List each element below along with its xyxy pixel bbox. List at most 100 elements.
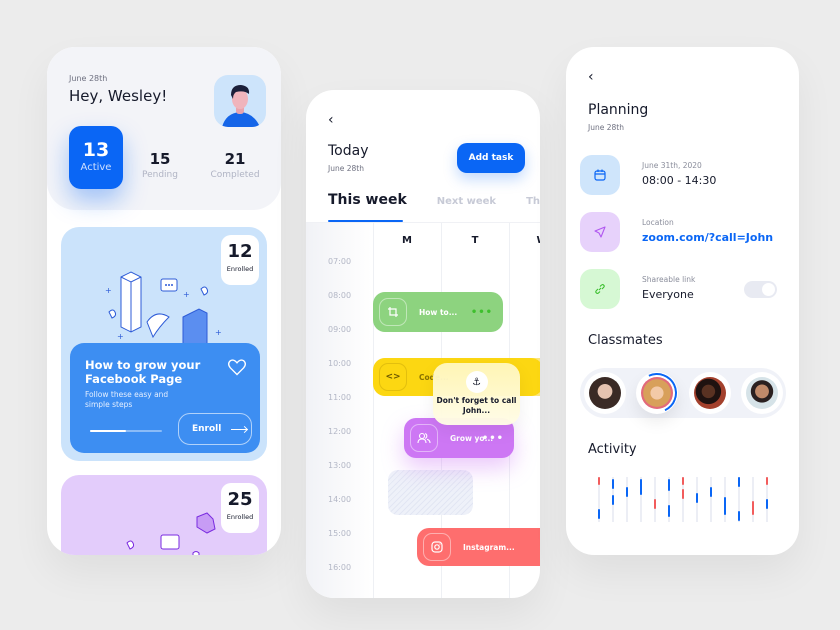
stat-completed-value: 21 — [224, 150, 246, 168]
activity-column — [682, 477, 684, 522]
activity-bar — [696, 493, 698, 503]
date-label: June 31th, 2020 — [642, 161, 702, 170]
reminder-text: Don't forget to call John... — [436, 396, 517, 415]
planning-screen: ‹ Planning June 28th June 31th, 2020 08:… — [566, 47, 799, 555]
time-label: 09:00 — [328, 325, 352, 334]
user-avatar-illustration — [222, 85, 260, 127]
activity-bar — [668, 505, 670, 517]
event-title: Instagram... — [463, 542, 515, 552]
classmate-avatar[interactable] — [689, 372, 731, 414]
course-info-panel: How to grow your Facebook Page Follow th… — [70, 343, 260, 453]
tab-next-week[interactable]: Next week — [437, 192, 496, 208]
reminder-tooltip: ⚓ Don't forget to call John... — [433, 363, 520, 425]
svg-text:+: + — [183, 290, 190, 299]
activity-bar — [710, 487, 712, 497]
activity-bar — [738, 477, 740, 487]
classmate-avatar-selected[interactable] — [631, 367, 683, 419]
activity-bar — [598, 477, 600, 485]
time-range: 08:00 - 14:30 — [642, 174, 717, 187]
activity-bar — [640, 479, 642, 495]
classmate-avatar[interactable] — [584, 372, 626, 414]
activity-column — [640, 477, 642, 522]
instagram-icon — [423, 533, 451, 561]
activity-bar — [612, 479, 614, 489]
activity-bar — [668, 479, 670, 491]
enrolled-label: Enrolled — [226, 265, 254, 273]
activity-bar — [766, 477, 768, 485]
stat-pending-value: 15 — [149, 150, 171, 168]
activity-bar — [752, 501, 754, 515]
users-icon — [410, 424, 438, 452]
stat-completed[interactable]: 21 Completed — [207, 150, 263, 180]
classmates-list — [580, 367, 786, 419]
event-card[interactable]: Instagram... — [417, 528, 540, 566]
stat-active-label: Active — [80, 162, 112, 173]
time-label: 14:00 — [328, 495, 352, 504]
svg-text:+: + — [117, 332, 124, 341]
location-link[interactable]: zoom.com/?call=John — [642, 231, 773, 244]
crop-icon — [379, 298, 407, 326]
more-options-icon[interactable]: ••• — [482, 433, 504, 444]
activity-bar — [626, 487, 628, 497]
time-label: 13:00 — [328, 461, 352, 470]
greeting: Hey, Wesley! — [69, 87, 168, 105]
activity-column — [766, 477, 768, 522]
day-header-tuesday: T — [471, 235, 479, 246]
course-card-2[interactable]: 25 Enrolled — [61, 475, 267, 555]
activity-column — [738, 477, 740, 522]
time-label: 16:00 — [328, 563, 352, 572]
enroll-button[interactable]: Enroll — [178, 413, 252, 445]
time-label: 10:00 — [328, 359, 352, 368]
send-icon — [580, 212, 620, 252]
activity-bar — [766, 499, 768, 509]
svg-text:+: + — [215, 328, 222, 337]
dashboard-header: June 28th Hey, Wesley! 13 Active 15 Pend… — [47, 47, 281, 210]
anchor-icon: ⚓ — [465, 371, 488, 393]
back-chevron-icon[interactable]: ‹ — [328, 112, 334, 128]
week-tabs: This week Next week This month — [328, 192, 540, 208]
event-card[interactable]: How to... ••• — [373, 292, 503, 332]
back-chevron-icon[interactable]: ‹ — [588, 69, 594, 85]
enrolled-count: 25 — [227, 489, 253, 510]
stat-active[interactable]: 13 Active — [69, 126, 123, 189]
activity-bar — [682, 477, 684, 485]
time-label: 12:00 — [328, 427, 352, 436]
add-task-button[interactable]: Add task — [457, 143, 525, 173]
stat-pending[interactable]: 15 Pending — [140, 150, 180, 180]
schedule-date: June 28th — [328, 164, 364, 173]
more-options-icon[interactable]: ••• — [471, 307, 493, 318]
enrolled-badge: 12 Enrolled — [221, 235, 259, 285]
activity-column — [724, 477, 726, 522]
enrolled-count: 12 — [227, 241, 253, 262]
activity-chart — [598, 477, 773, 522]
tab-this-week[interactable]: This week — [328, 192, 407, 208]
tab-this-month[interactable]: This month — [526, 192, 540, 208]
classmate-avatar[interactable] — [741, 372, 783, 414]
activity-bar — [598, 509, 600, 519]
activity-bar — [654, 499, 656, 509]
heart-icon[interactable] — [227, 357, 247, 377]
dashboard-screen: June 28th Hey, Wesley! 13 Active 15 Pend… — [47, 47, 281, 555]
course-card-facebook[interactable]: + + + + 12 Enrolled How to grow your Facebo… — [61, 227, 267, 461]
classmates-title: Classmates — [588, 333, 663, 348]
activity-column — [654, 477, 656, 522]
time-column-background — [306, 223, 372, 598]
activity-title: Activity — [588, 442, 637, 457]
activity-bar — [682, 489, 684, 499]
time-label: 07:00 — [328, 257, 352, 266]
stat-active-value: 13 — [82, 139, 110, 161]
selection-ring — [631, 367, 683, 419]
activity-bar — [612, 495, 614, 505]
event-title: How to... — [419, 307, 458, 317]
shareable-link-toggle[interactable] — [744, 281, 777, 298]
planning-date: June 28th — [588, 123, 624, 132]
empty-time-slot[interactable] — [388, 470, 473, 515]
time-label: 08:00 — [328, 291, 352, 300]
activity-column — [752, 477, 754, 522]
course-progress-fill — [90, 430, 126, 432]
stat-pending-label: Pending — [142, 170, 178, 180]
avatar[interactable] — [214, 75, 266, 127]
activity-bar — [738, 511, 740, 521]
code-icon: <> — [379, 363, 407, 391]
course-progress-bar — [90, 430, 162, 432]
